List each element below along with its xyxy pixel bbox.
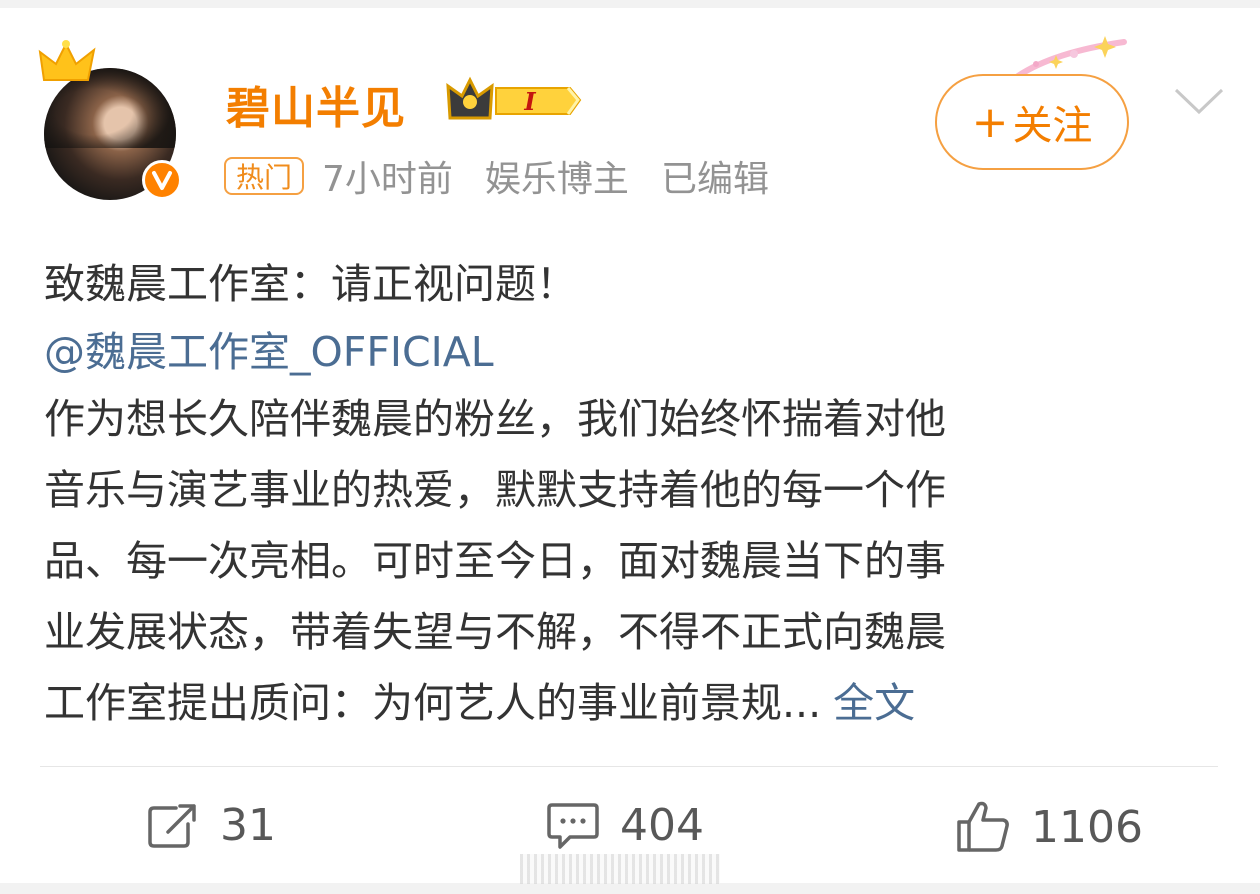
edited-label: 已编辑 — [660, 159, 769, 200]
post-body-last-line: 工作室提出质问：为何艺人的事业前景规... 全文 — [44, 668, 1224, 739]
share-icon — [148, 803, 196, 848]
post-card: 碧山半见 I 热门 7小时前 娱乐博主 已编辑 + 关注 致魏晨工作室：请正视问… — [0, 8, 1260, 884]
post-body-line: 作为想长久陪伴魏晨的粉丝，我们始终怀揣着对他 — [44, 395, 946, 443]
comment-count: 404 — [620, 800, 704, 851]
vip-crown-badge-icon[interactable]: I — [446, 74, 582, 126]
vip-level: I — [523, 87, 536, 116]
mention-link[interactable]: @魏晨工作室_OFFICIAL — [44, 318, 494, 378]
like-button[interactable]: 1106 — [955, 800, 1143, 854]
avatar[interactable] — [38, 40, 182, 200]
full-text-link[interactable]: 全文 — [833, 679, 915, 727]
hot-tag: 热门 — [224, 157, 305, 195]
post-time: 7小时前 — [322, 159, 453, 200]
share-button[interactable]: 31 — [146, 800, 276, 851]
post-body-line: 工作室提出质问：为何艺人的事业前景规... — [44, 679, 822, 727]
post-meta: 热门 7小时前 娱乐博主 已编辑 — [224, 150, 801, 202]
post-body-line: 音乐与演艺事业的热爱，默默支持着他的每一个作 — [44, 466, 946, 514]
chevron-down-icon[interactable] — [1172, 84, 1226, 118]
comment-icon — [547, 802, 599, 849]
follow-label: 关注 — [1012, 103, 1093, 149]
post-body-line: 业发展状态，带着失望与不解，不得不正式向魏晨 — [44, 608, 946, 656]
crown-icon — [38, 40, 96, 81]
post-body-line: 品、每一次亮相。可时至今日，面对魏晨当下的事 — [44, 537, 946, 585]
thumbs-up-icon — [957, 801, 1009, 852]
user-category: 娱乐博主 — [484, 159, 629, 200]
scroll-indicator — [520, 854, 720, 884]
verified-v-icon — [142, 160, 182, 200]
share-count: 31 — [220, 800, 276, 851]
like-count: 1106 — [1031, 801, 1143, 853]
post-body: 作为想长久陪伴魏晨的粉丝，我们始终怀揣着对他 音乐与演艺事业的热爱，默默支持着他… — [44, 384, 1224, 739]
follow-button[interactable]: + 关注 — [935, 74, 1129, 170]
username[interactable]: 碧山半见 — [226, 72, 406, 136]
divider — [40, 766, 1218, 767]
post-title: 致魏晨工作室：请正视问题！ — [44, 260, 577, 308]
comment-button[interactable]: 404 — [546, 800, 704, 851]
plus-icon: + — [971, 96, 1009, 148]
